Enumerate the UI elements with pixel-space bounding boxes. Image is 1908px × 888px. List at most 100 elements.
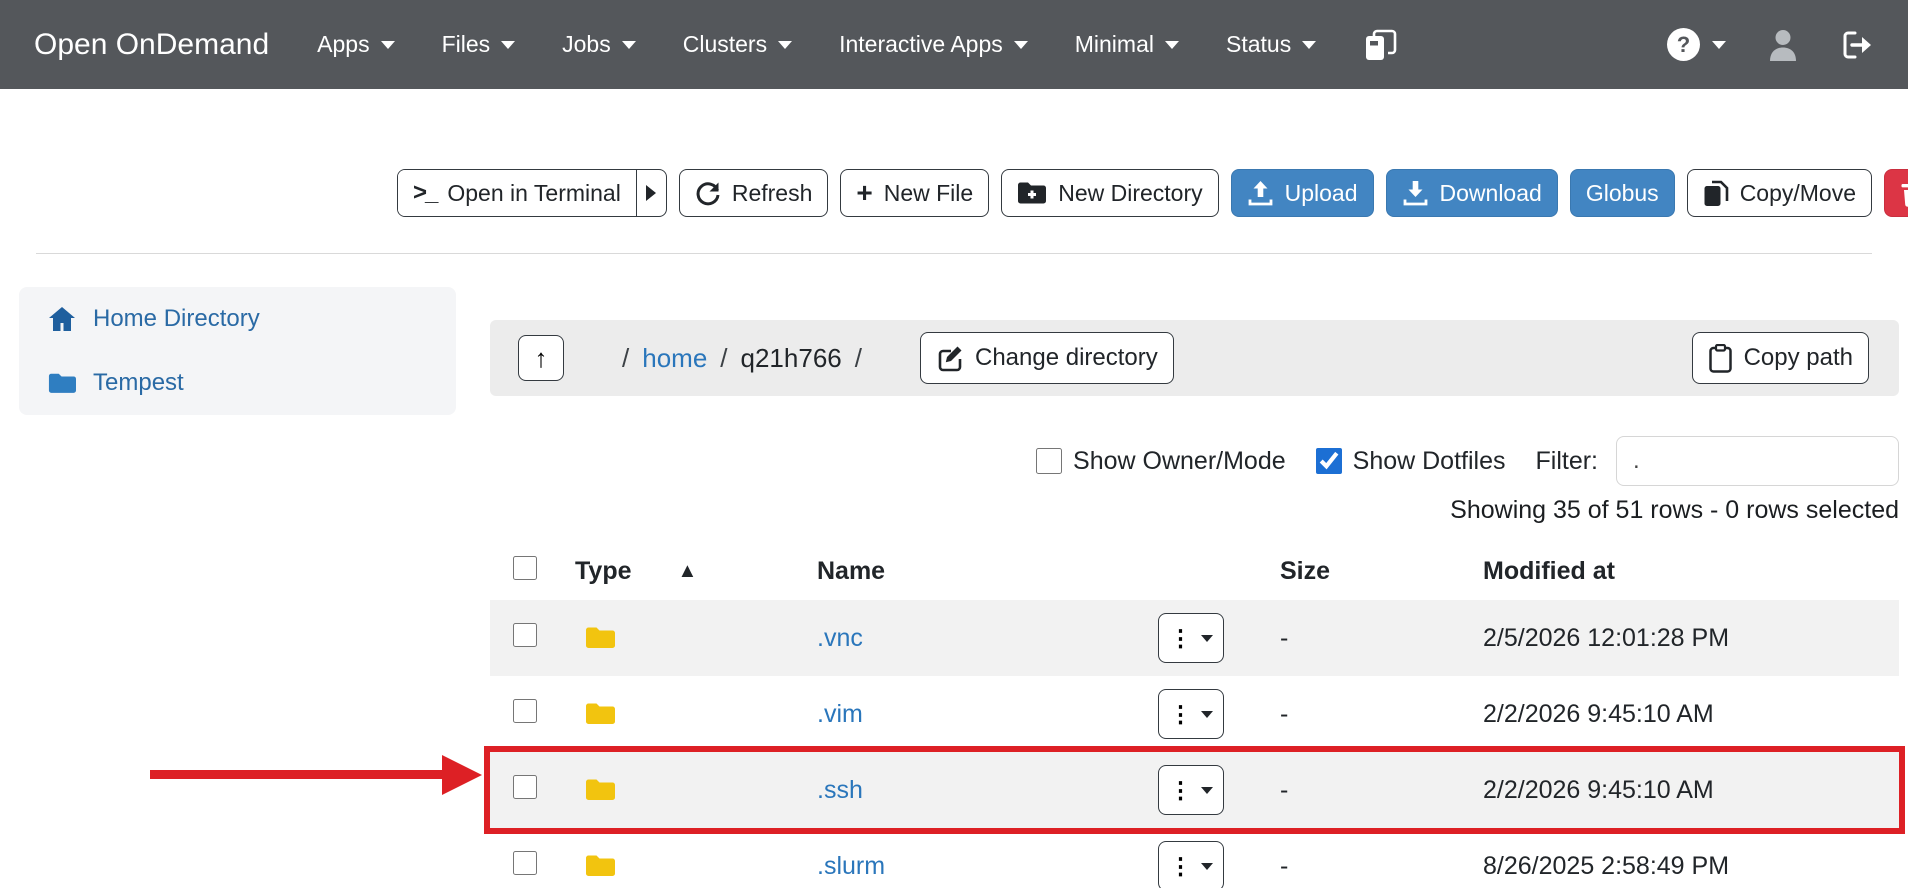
menu-minimal[interactable]: Minimal [1075,31,1179,58]
caret-right-icon [646,185,656,201]
sidebar-item-home-directory[interactable]: Home Directory [19,287,456,351]
new-file-button[interactable]: + New File [840,169,989,217]
menu-files-label: Files [442,31,491,58]
navbar-right-icons: ? [1667,28,1874,62]
breadcrumb-current-dir: q21h766 [741,343,842,374]
plus-icon: + [856,179,872,207]
folder-icon [585,702,615,726]
row-name-cell: .vim [794,700,1154,729]
menu-interactive-apps[interactable]: Interactive Apps [839,31,1028,58]
download-icon [1402,180,1429,207]
user-icon[interactable] [1768,28,1798,62]
menu-interactive-apps-label: Interactive Apps [839,31,1003,58]
chevron-down-icon [501,41,515,49]
row-type-cell [552,854,794,878]
up-directory-button[interactable]: ↑ [518,335,564,381]
upload-button[interactable]: Upload [1231,169,1374,217]
change-directory-label: Change directory [975,344,1158,372]
menu-clusters[interactable]: Clusters [683,31,792,58]
show-dotfiles-checkbox[interactable] [1316,448,1342,474]
window-restore-icon[interactable] [1363,29,1399,61]
row-actions-dropdown-button[interactable]: ⋮ [1158,765,1224,815]
row-menu-cell: ⋮ [1154,841,1274,888]
row-size-cell: - [1274,700,1479,729]
table-row: .vim ⋮ - 2/2/2026 9:45:10 AM [490,676,1899,752]
folder-icon [585,778,615,802]
open-in-terminal-button[interactable]: >_ Open in Terminal [398,170,636,216]
row-checkbox[interactable] [513,623,537,647]
download-button[interactable]: Download [1386,169,1558,217]
sidebar-item-tempest[interactable]: Tempest [19,351,456,415]
top-navbar: Open OnDemand Apps Files Jobs Clusters I… [0,0,1908,89]
row-checkbox[interactable] [513,851,537,875]
table-row: .vnc ⋮ - 2/5/2026 12:01:28 PM [490,600,1899,676]
row-actions-dropdown-button[interactable]: ⋮ [1158,689,1224,739]
copy-move-label: Copy/Move [1740,180,1856,207]
file-name-link[interactable]: .vim [817,700,863,728]
toolbar-divider [36,253,1872,254]
favorites-sidebar: Home Directory Tempest [19,287,456,415]
menu-status-label: Status [1226,31,1291,58]
filter-input[interactable] [1616,436,1899,486]
file-manager-page: Open OnDemand Apps Files Jobs Clusters I… [0,0,1908,888]
help-menu[interactable]: ? [1667,28,1726,61]
logout-icon[interactable] [1840,29,1874,61]
file-name-link[interactable]: .slurm [817,852,885,880]
new-file-label: New File [884,180,973,207]
chevron-down-icon [1712,41,1726,49]
file-name-link[interactable]: .ssh [817,776,863,804]
header-name-cell[interactable]: Name [794,557,1154,586]
folder-plus-icon [1017,180,1047,206]
annotation-arrow [150,770,442,779]
help-icon: ? [1667,28,1700,61]
show-owner-mode-checkbox[interactable] [1036,448,1062,474]
new-directory-label: New Directory [1058,180,1202,207]
chevron-down-icon [1201,863,1213,870]
copy-move-button[interactable]: Copy/Move [1687,169,1872,217]
menu-jobs[interactable]: Jobs [562,31,636,58]
menu-status[interactable]: Status [1226,31,1316,58]
chevron-down-icon [1302,41,1316,49]
sort-ascending-icon: ▲ [678,560,698,583]
new-directory-button[interactable]: New Directory [1001,169,1218,217]
row-checkbox[interactable] [513,699,537,723]
copy-path-button[interactable]: Copy path [1692,332,1869,384]
trash-icon [1900,180,1908,207]
row-name-cell: .vnc [794,624,1154,653]
breadcrumb-home-link[interactable]: home [642,343,707,374]
row-menu-cell: ⋮ [1154,613,1274,663]
table-row-highlighted: .ssh ⋮ - 2/2/2026 9:45:10 AM [490,752,1899,828]
row-type-cell [552,626,794,650]
row-checkbox[interactable] [513,775,537,799]
kebab-icon: ⋮ [1169,701,1192,728]
chevron-down-icon [1165,41,1179,49]
globus-button[interactable]: Globus [1570,169,1675,217]
header-size-cell[interactable]: Size [1274,557,1479,586]
row-select-cell [490,851,552,882]
app-brand[interactable]: Open OnDemand [34,28,269,62]
terminal-icon: >_ [413,179,436,207]
open-in-terminal-split-button: >_ Open in Terminal [397,169,667,217]
row-modified-cell: 2/2/2026 9:45:10 AM [1479,700,1899,729]
row-actions-dropdown-button[interactable]: ⋮ [1158,613,1224,663]
row-type-cell [552,778,794,802]
header-modified-cell[interactable]: Modified at [1479,557,1899,586]
pencil-square-icon [936,344,964,372]
delete-button[interactable]: Delete [1884,169,1908,217]
change-directory-button[interactable]: Change directory [920,332,1174,384]
file-name-link[interactable]: .vnc [817,624,863,652]
header-type-cell[interactable]: Type ▲ [552,557,794,586]
refresh-button[interactable]: Refresh [679,169,829,217]
refresh-label: Refresh [732,180,813,207]
download-label: Download [1440,180,1542,207]
row-actions-dropdown-button[interactable]: ⋮ [1158,841,1224,888]
menu-jobs-label: Jobs [562,31,611,58]
menu-files[interactable]: Files [442,31,516,58]
menu-minimal-label: Minimal [1075,31,1154,58]
filter-label: Filter: [1536,447,1599,476]
select-all-checkbox[interactable] [513,556,537,580]
open-in-terminal-dropdown-toggle[interactable] [636,170,666,216]
breadcrumb-separator: / [720,343,727,374]
row-select-cell [490,775,552,806]
menu-apps[interactable]: Apps [317,31,394,58]
